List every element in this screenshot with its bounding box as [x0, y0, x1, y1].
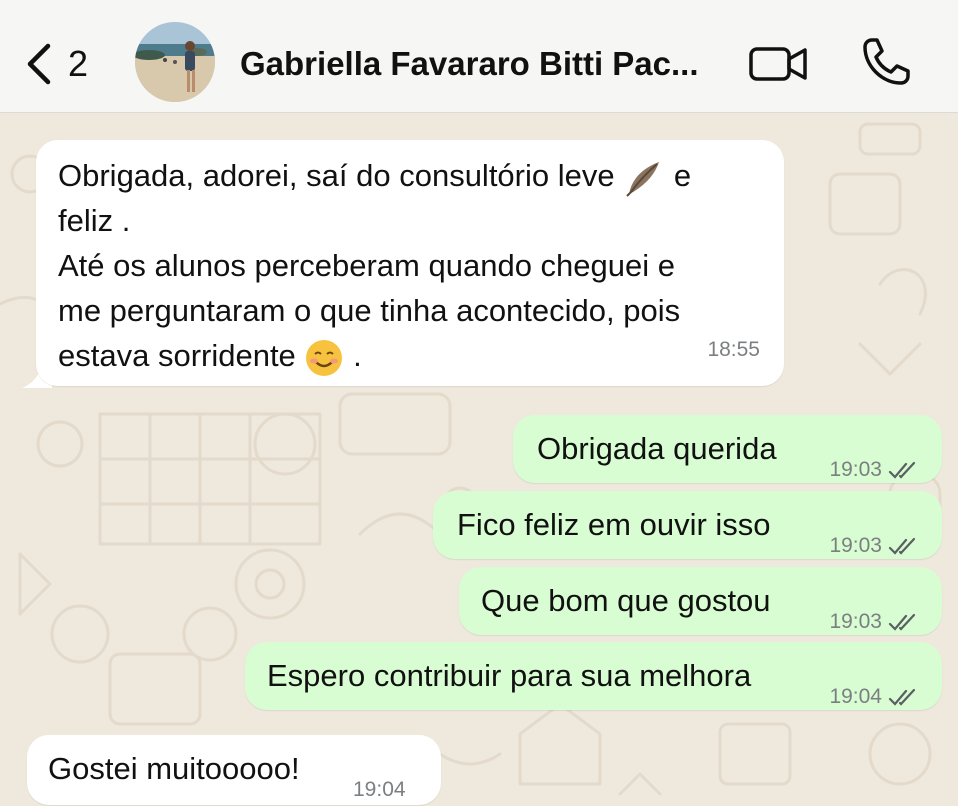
message-bubble-outgoing[interactable]: Que bom que gostou 19:03: [459, 567, 942, 635]
message-text: Espero contribuir para sua melhora: [267, 658, 752, 693]
message-text: Fico feliz em ouvir isso: [457, 507, 771, 542]
back-button[interactable]: 2: [22, 36, 112, 92]
double-check-icon: [888, 461, 916, 479]
smiling-face-emoji: [306, 339, 343, 376]
double-check-icon: [888, 613, 916, 631]
message-bubble-outgoing[interactable]: Obrigada querida 19:03: [513, 415, 942, 483]
message-line: estava sorridente .: [58, 333, 784, 378]
message-line: Até os alunos perceberam quando cheguei …: [58, 248, 675, 283]
message-timestamp: 19:03: [829, 610, 882, 633]
message-bubble-incoming[interactable]: Obrigada, adorei, saí do consultório lev…: [36, 140, 784, 386]
video-call-button[interactable]: [748, 42, 810, 86]
phone-icon: [863, 38, 910, 85]
message-meta: 19:03: [829, 523, 918, 568]
contact-name[interactable]: Gabriella Favararo Bitti Pac...: [240, 42, 730, 86]
message-text: Que bom que gostou: [481, 583, 771, 618]
message-line: feliz .: [58, 203, 131, 238]
video-camera-icon: [749, 47, 807, 81]
message-bubble-outgoing[interactable]: Fico feliz em ouvir isso 19:03: [433, 491, 942, 559]
chat-header: 2 Gabriella Favararo Bitti Pac...: [0, 0, 958, 113]
message-meta: 19:04: [829, 674, 918, 719]
message-line: Obrigada, adorei, saí do consultório lev…: [58, 153, 784, 198]
message-bubble-incoming[interactable]: Gostei muitooooo! 19:04: [27, 735, 441, 805]
double-check-icon: [888, 688, 916, 706]
message-bubble-outgoing[interactable]: Espero contribuir para sua melhora 19:04: [245, 642, 942, 710]
message-timestamp: 19:03: [829, 534, 882, 557]
message-text: Gostei muitooooo!: [48, 751, 300, 786]
message-timestamp: 19:04: [829, 685, 882, 708]
message-line: me perguntaram o que tinha acontecido, p…: [58, 293, 681, 328]
message-text: Obrigada querida: [537, 431, 777, 466]
chevron-left-icon: [27, 43, 51, 85]
message-timestamp: 19:03: [829, 458, 882, 481]
unread-count: 2: [68, 43, 89, 84]
message-meta: 19:03: [829, 599, 918, 644]
chat-area[interactable]: Obrigada, adorei, saí do consultório lev…: [0, 114, 958, 806]
feather-emoji: [626, 161, 660, 197]
avatar[interactable]: [135, 22, 215, 102]
message-timestamp: 19:04: [353, 778, 406, 801]
voice-call-button[interactable]: [860, 36, 912, 88]
message-timestamp: 18:55: [707, 338, 760, 361]
message-meta: 19:03: [829, 447, 918, 492]
double-check-icon: [888, 537, 916, 555]
